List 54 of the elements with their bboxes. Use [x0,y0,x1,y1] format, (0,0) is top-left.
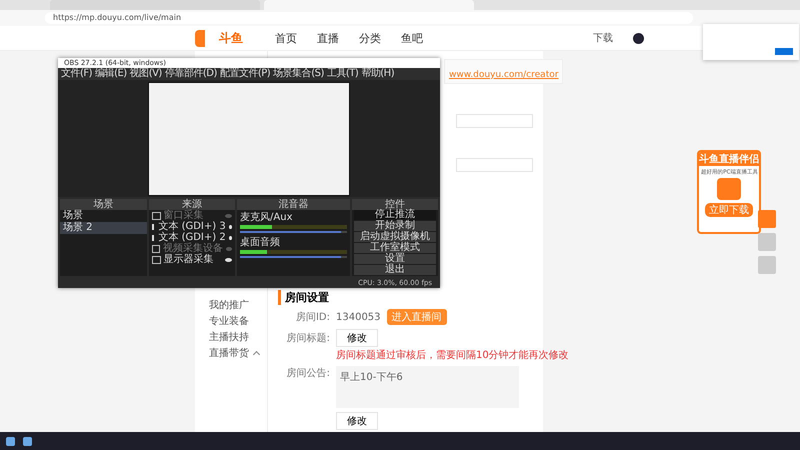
control-button[interactable]: 停止推流 [354,210,436,220]
control-button[interactable]: 退出 [354,265,436,275]
menu-item[interactable]: 停靠部件(D) [164,68,217,80]
source-item[interactable]: 窗口采集 [164,210,222,221]
scene-item[interactable]: 场景 2 [60,222,147,234]
menu-item[interactable]: 帮助(H) [361,68,394,80]
monitor-icon [152,212,161,220]
menu-item[interactable]: 场景集合(S) [273,68,324,80]
sidebar-item[interactable]: 我的推广 [195,298,267,314]
sidebar-item[interactable]: 专业装备 [195,314,267,330]
field-label: 房间公告: [286,366,330,380]
audio-track-name: 麦克风/Aux [240,212,294,223]
sidebar-item[interactable]: 直播带货 [195,346,267,362]
notice-textarea[interactable]: 早上10-下午6 [336,366,519,408]
dock-header: 控件 [352,199,438,210]
avatar-icon[interactable] [633,32,644,44]
scene-item[interactable]: 场景 [60,210,147,222]
input-field[interactable] [456,114,533,128]
dock-header: 混音器 [237,199,350,210]
edit-button[interactable]: 修改 [336,412,378,430]
edit-button[interactable]: 修改 [336,329,378,347]
nav-link[interactable]: 直播 [317,30,339,46]
menu-item[interactable]: 文件(F) [61,68,92,80]
menu-item[interactable]: 视图(V) [130,68,162,80]
field-label: 房间标题: [286,332,330,345]
app-icon [717,178,741,200]
source-item[interactable]: 文本 (GDI+) 2 [158,232,226,243]
nav-link[interactable]: 首页 [275,30,297,46]
dock-header: 来源 [148,199,236,210]
control-button[interactable]: 设置 [354,254,436,264]
hint-text: 房间标题通过审核后，需要间隔10分钟才能再次修改 [336,348,569,362]
control-button[interactable]: 启动虚拟摄像机 [354,232,436,242]
field-label: 房间ID: [294,310,330,324]
source-item[interactable]: 视频采集设备 [162,243,223,254]
source-item[interactable]: 显示器采集 [164,254,222,265]
sidebar-item[interactable]: 主播扶持 [195,330,267,346]
nav-link[interactable]: 鱼吧 [401,30,423,46]
menu-item[interactable]: 工具(T) [326,68,358,80]
download-link[interactable]: 下载 [593,31,613,45]
eye-icon[interactable] [228,224,232,228]
eye-icon[interactable] [225,258,232,262]
dock-header: 场景 [60,199,147,210]
eye-icon[interactable] [228,236,232,240]
control-button[interactable]: 开始录制 [354,221,436,231]
nav-link[interactable]: 分类 [359,30,381,46]
audio-track-name: 桌面音频 [240,237,282,248]
menu-item[interactable]: 编辑(E) [95,68,127,80]
ad-title: 斗鱼直播伴侣 [699,152,759,166]
source-item[interactable]: 文本 (GDI+) 3 [158,221,226,232]
room-id: 1340053 [336,312,381,322]
input-field[interactable] [456,158,533,172]
address-bar[interactable]: https://mp.douyu.com/live/main [45,12,693,24]
control-button[interactable]: 工作室模式 [354,243,436,253]
menu-item[interactable]: 配置文件(P) [220,68,270,80]
